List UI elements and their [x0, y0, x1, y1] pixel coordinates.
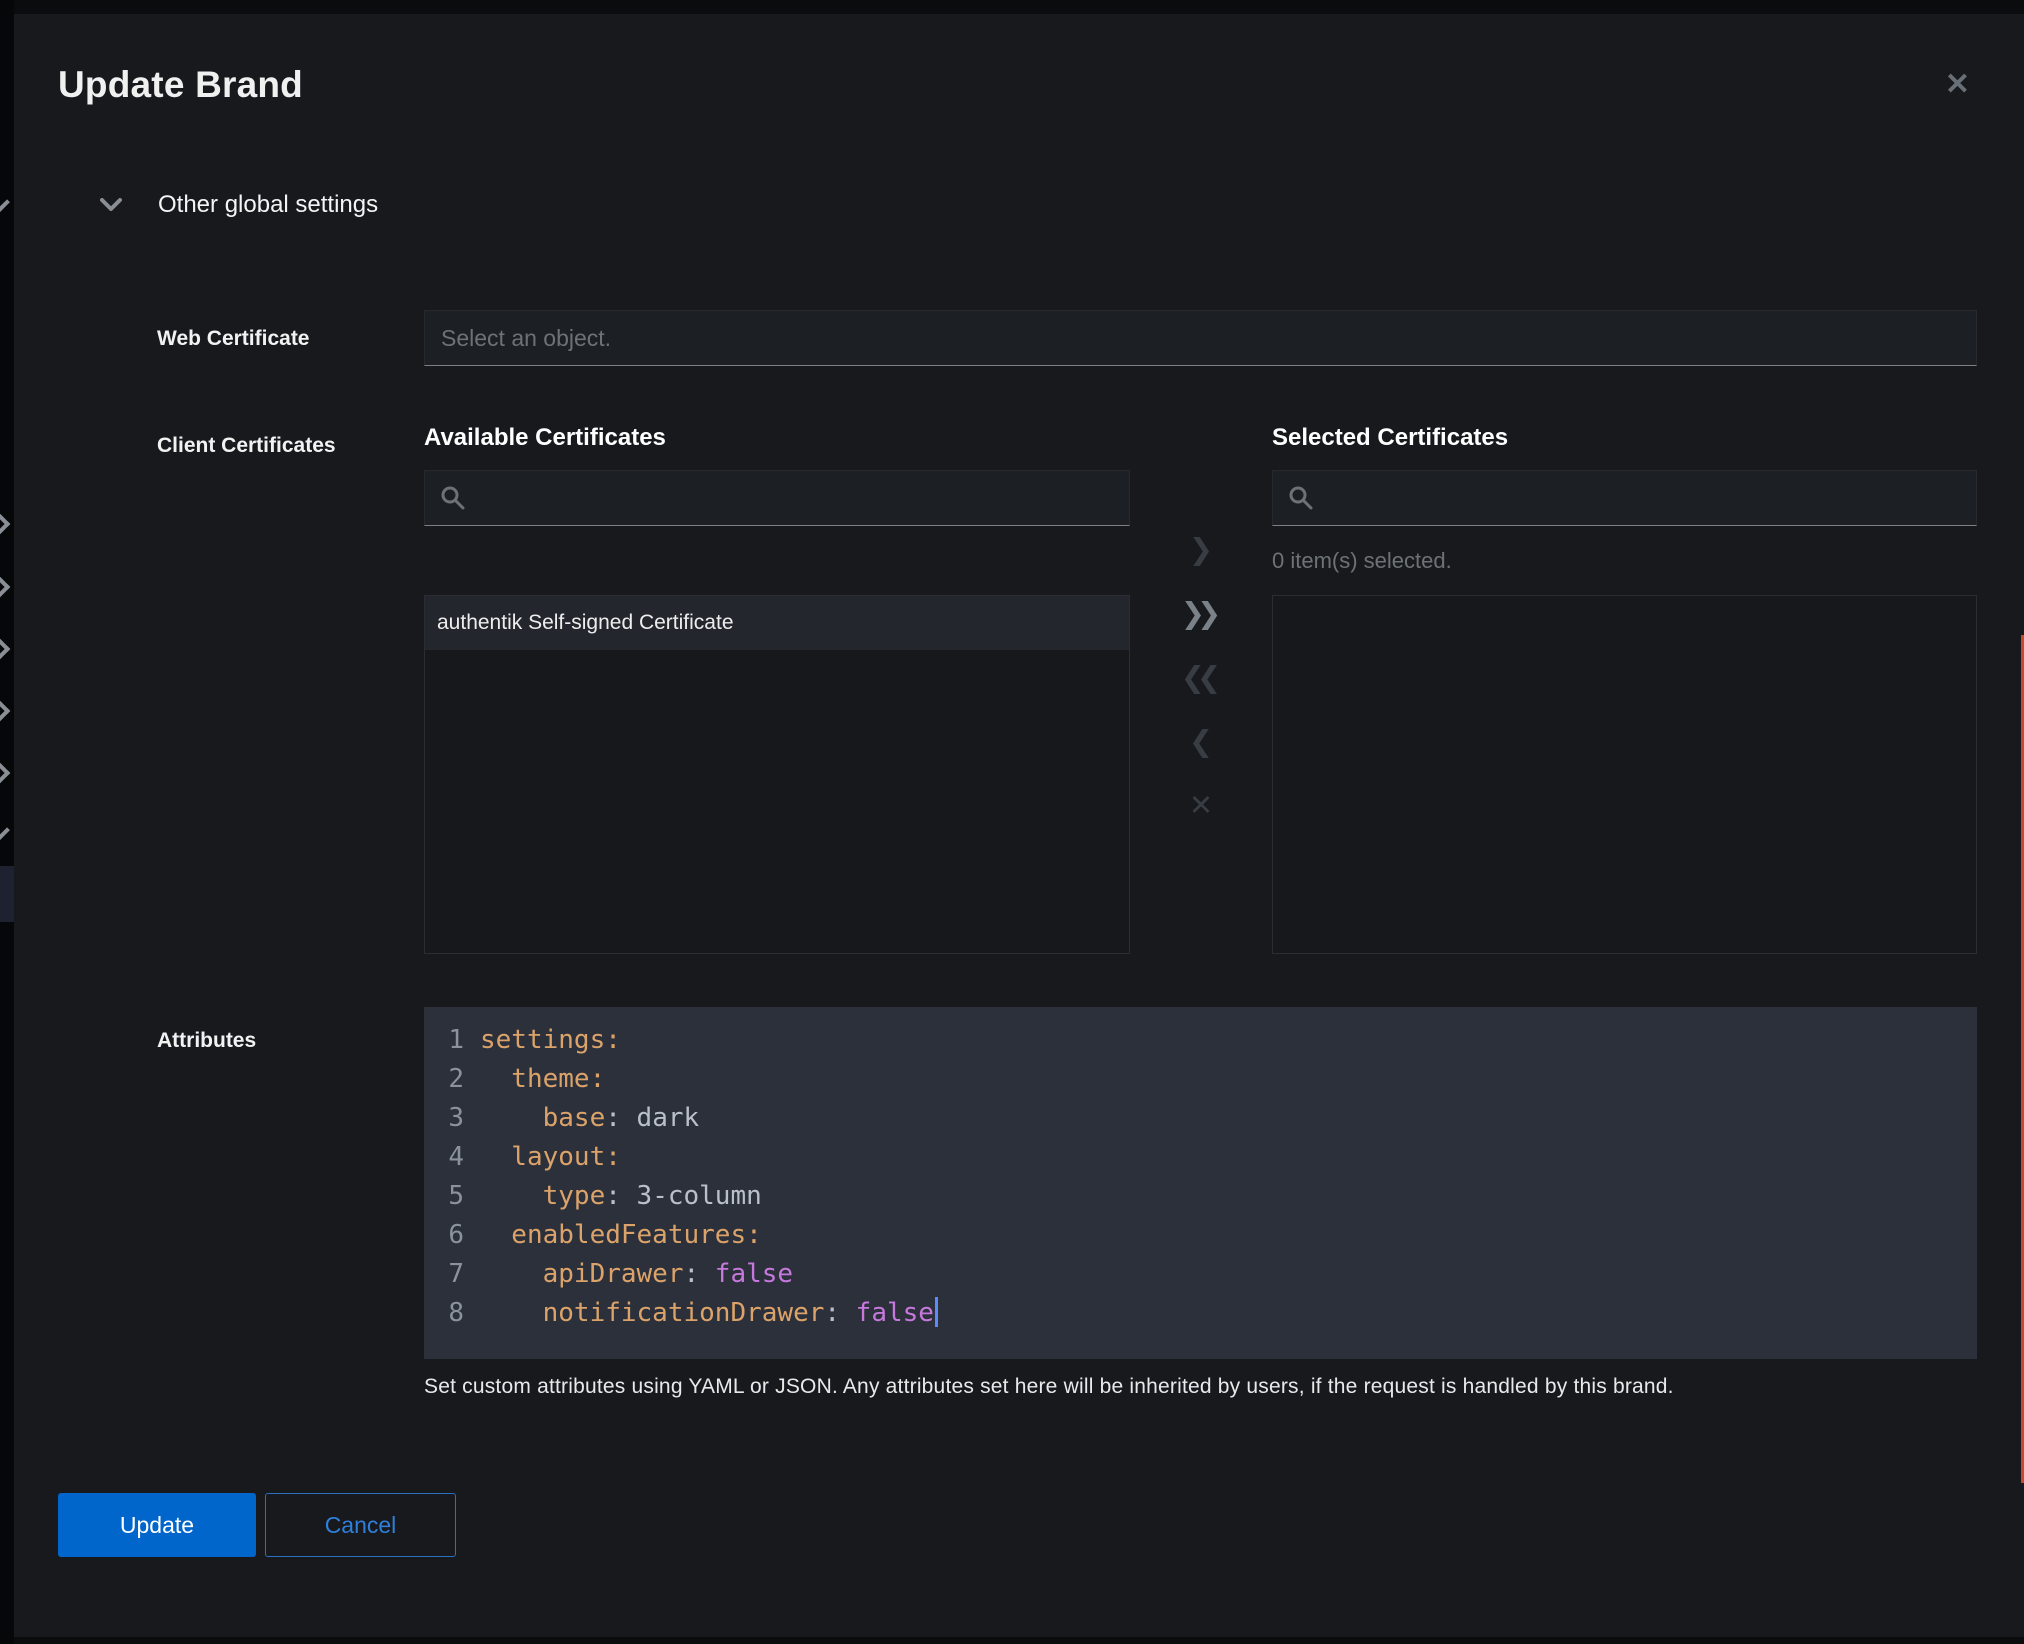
line-number: 2 — [434, 1060, 464, 1099]
update-button[interactable]: Update — [58, 1493, 256, 1557]
section-label: Other global settings — [158, 191, 378, 219]
brand-form: Web Certificate Client Certificates Avai… — [157, 310, 2024, 1399]
clear-selection-button[interactable]: ✕ — [1189, 784, 1213, 827]
line-number: 7 — [434, 1255, 464, 1294]
code-line: 4layout: — [434, 1138, 1977, 1177]
attributes-row: Attributes 1settings:2theme:3base: dark4… — [157, 1007, 2024, 1399]
attributes-label: Attributes — [157, 1007, 424, 1399]
transfer-controls: ❯❯❯❮❮❮✕ — [1130, 454, 1272, 954]
check-icon — [0, 823, 10, 843]
chevron-right-icon — [0, 576, 10, 599]
web-certificate-input[interactable] — [424, 310, 1977, 366]
chevron-right-icon — [0, 638, 10, 661]
available-certificates-heading: Available Certificates — [424, 424, 1130, 454]
cancel-button[interactable]: Cancel — [265, 1493, 456, 1557]
selected-certificates-heading: Selected Certificates — [1272, 424, 1977, 454]
code-line: 7apiDrawer: false — [434, 1255, 1977, 1294]
close-icon[interactable]: ✕ — [1935, 64, 1980, 106]
web-certificate-row: Web Certificate — [157, 310, 2024, 366]
line-number: 1 — [434, 1021, 464, 1060]
selected-list[interactable] — [1272, 595, 1977, 954]
attributes-help-text: Set custom attributes using YAML or JSON… — [424, 1375, 1977, 1399]
line-number: 6 — [434, 1216, 464, 1255]
search-icon — [440, 485, 466, 511]
chevron-right-icon — [0, 700, 10, 723]
line-number: 4 — [434, 1138, 464, 1177]
selected-count-status: 0 item(s) selected. — [1272, 526, 1977, 595]
modal-footer: Update Cancel — [58, 1493, 2024, 1557]
available-list[interactable]: authentik Self-signed Certificate — [424, 595, 1130, 954]
update-brand-modal: Update Brand ✕ Other global settings Web… — [14, 14, 2024, 1637]
page-title: Update Brand — [58, 64, 303, 106]
text-cursor — [935, 1297, 938, 1327]
selected-search — [1272, 470, 1977, 526]
chevron-right-icon — [0, 762, 10, 785]
move-selected-right-button[interactable]: ❯ — [1189, 528, 1213, 571]
code-line: 5type: 3-column — [434, 1177, 1977, 1216]
client-certificates-label: Client Certificates — [157, 424, 424, 954]
selected-search-input[interactable] — [1272, 470, 1977, 526]
move-all-left-button[interactable]: ❮❮ — [1181, 656, 1221, 699]
attributes-editor-lines: 1settings:2theme:3base: dark4layout:5typ… — [434, 1021, 1977, 1333]
line-number: 3 — [434, 1099, 464, 1138]
web-certificate-label: Web Certificate — [157, 310, 424, 366]
line-number: 5 — [434, 1177, 464, 1216]
available-search — [424, 470, 1130, 526]
chevron-right-icon — [0, 513, 10, 536]
chevron-down-icon — [100, 198, 122, 212]
code-line: 8notificationDrawer: false — [434, 1294, 1977, 1333]
available-search-input[interactable] — [424, 470, 1130, 526]
dual-list-selector: Available Certificates Selected Certific… — [424, 424, 1977, 954]
attributes-code-editor[interactable]: 1settings:2theme:3base: dark4layout:5typ… — [424, 1007, 1977, 1359]
section-toggle-other-global-settings[interactable]: Other global settings — [100, 190, 2024, 220]
client-certificates-row: Client Certificates Available Certificat… — [157, 424, 2024, 954]
line-number: 8 — [434, 1294, 464, 1333]
list-item[interactable]: authentik Self-signed Certificate — [425, 596, 1129, 650]
modal-header: Update Brand ✕ — [14, 14, 2024, 106]
search-icon — [1288, 485, 1314, 511]
code-line: 6enabledFeatures: — [434, 1216, 1977, 1255]
code-line: 1settings: — [434, 1021, 1977, 1060]
background-page-edge — [0, 0, 14, 1644]
code-line: 2theme: — [434, 1060, 1977, 1099]
move-selected-left-button[interactable]: ❮ — [1189, 720, 1213, 763]
code-line: 3base: dark — [434, 1099, 1977, 1138]
selected-row-fragment — [0, 866, 14, 922]
move-all-right-button[interactable]: ❯❯ — [1181, 592, 1221, 635]
check-icon — [0, 195, 10, 215]
